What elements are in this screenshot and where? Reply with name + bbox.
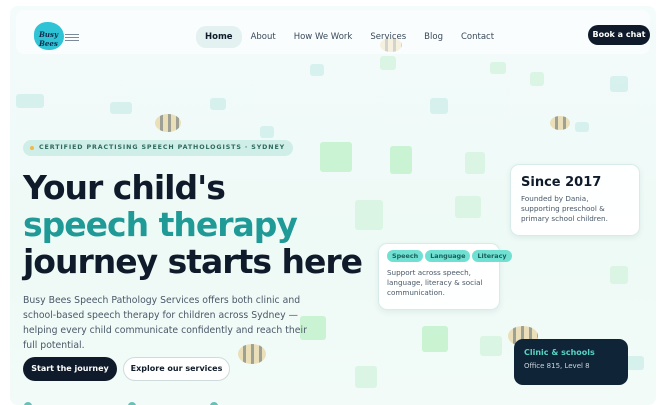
- chip-literacy: Literacy: [472, 250, 512, 262]
- nav-contact[interactable]: Contact: [452, 26, 503, 48]
- decor-tile: [355, 366, 377, 388]
- decor-tile: [455, 196, 481, 218]
- clinic-card-address: Office 815, Level 8: [524, 362, 590, 370]
- since-card: Since 2017 Founded by Dania, supporting …: [510, 164, 640, 236]
- decor-tile: [575, 122, 589, 132]
- decor-tile: [310, 64, 324, 76]
- brand-logo[interactable]: Busy Bees: [34, 20, 80, 54]
- decor-tile: [480, 336, 502, 356]
- decor-tile: [490, 62, 506, 74]
- decor-tile: [320, 142, 352, 172]
- decor-tile: [610, 76, 628, 92]
- nav-services[interactable]: Services: [361, 26, 415, 48]
- book-a-chat-button[interactable]: Book a chat: [588, 25, 650, 45]
- explore-services-button[interactable]: Explore our services: [123, 357, 230, 381]
- focus-chips: Speech Language Literacy: [387, 250, 512, 262]
- start-journey-button[interactable]: Start the journey: [23, 357, 117, 381]
- focus-areas-description: Support across speech, language, literac…: [387, 268, 483, 297]
- decor-tile: [260, 126, 274, 138]
- nav-blog[interactable]: Blog: [415, 26, 452, 48]
- decor-tile: [530, 72, 544, 86]
- main-nav: Home About How We Work Services Blog Con…: [196, 26, 503, 48]
- decor-tile: [16, 94, 44, 108]
- decor-tile: [430, 98, 448, 114]
- logo-text: Busy Bees: [39, 30, 59, 48]
- chip-language: Language: [425, 250, 471, 262]
- clinic-card: Clinic & schools Office 815, Level 8: [514, 339, 628, 385]
- nav-how-we-work[interactable]: How We Work: [285, 26, 362, 48]
- decor-tile: [465, 152, 485, 174]
- certification-badge: CERTIFIED PRACTISING SPEECH PATHOLOGISTS…: [23, 140, 294, 156]
- bee-decoration: [155, 114, 181, 132]
- headline-line-3: journey starts here: [23, 242, 363, 281]
- decor-tile: [380, 56, 396, 70]
- focus-areas-card: Speech Language Literacy Support across …: [378, 243, 512, 310]
- clinic-card-title: Clinic & schools: [524, 348, 595, 357]
- logo-mark: Busy Bees: [34, 22, 64, 50]
- decor-tile: [110, 102, 132, 114]
- decor-tile: [390, 146, 412, 174]
- page-frame: Busy Bees Home About How We Work Service…: [10, 6, 656, 405]
- logo-tagline-lines: [65, 34, 79, 43]
- chip-speech: Speech: [387, 250, 424, 262]
- nav-home[interactable]: Home: [196, 26, 242, 48]
- site-header: Busy Bees Home About How We Work Service…: [16, 10, 650, 54]
- headline-line-1: Your child's: [23, 168, 226, 207]
- bee-decoration: [550, 116, 570, 130]
- decor-tile: [422, 326, 448, 352]
- decor-tile: [610, 266, 628, 284]
- since-card-description: Founded by Dania, supporting preschool &…: [521, 194, 608, 223]
- headline-line-2: speech therapy: [23, 205, 298, 244]
- hero-description: Busy Bees Speech Pathology Services offe…: [23, 295, 307, 351]
- decor-tile: [355, 200, 383, 230]
- since-card-title: Since 2017: [521, 175, 602, 190]
- nav-about[interactable]: About: [242, 26, 285, 48]
- decor-tile: [210, 98, 226, 110]
